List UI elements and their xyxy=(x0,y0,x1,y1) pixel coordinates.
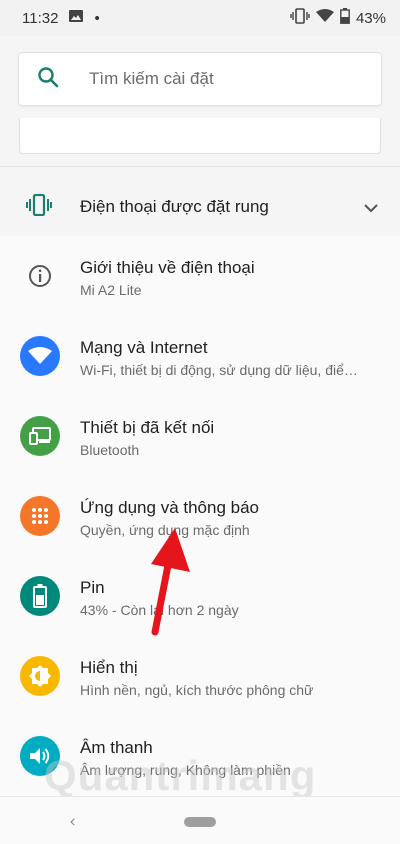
item-title: Giới thiệu về điện thoại xyxy=(80,258,255,277)
devices-icon xyxy=(20,416,60,456)
item-subtitle: Bluetooth xyxy=(80,442,140,458)
info-icon xyxy=(20,256,60,296)
item-title: Thiết bị đã kết nối xyxy=(80,418,215,437)
list-item-display[interactable]: Hiển thị Hình nền, ngủ, kích thước phông… xyxy=(0,636,400,716)
list-item-connected-devices[interactable]: Thiết bị đã kết nối Bluetooth xyxy=(0,396,400,476)
battery-percent: 43% xyxy=(355,9,386,27)
battery-status-icon xyxy=(340,8,350,28)
back-icon[interactable]: ‹ xyxy=(70,813,75,831)
search-icon xyxy=(37,66,59,93)
status-bar: 11:32 • 43% xyxy=(0,0,400,36)
home-pill-button[interactable] xyxy=(184,817,216,827)
clock: 11:32 xyxy=(22,9,59,27)
wifi-status-icon xyxy=(315,9,334,27)
list-item-about-phone[interactable]: Giới thiệu về điện thoại Mi A2 Lite xyxy=(0,236,400,316)
navigation-bar: ‹ xyxy=(0,796,400,844)
notification-dot: • xyxy=(94,9,100,27)
watermark-logo: Quantrimang xyxy=(44,752,317,799)
list-item-network[interactable]: Mạng và Internet Wi-Fi, thiết bị di động… xyxy=(0,316,400,396)
item-subtitle: Wi-Fi, thiết bị di động, sử dụng dữ liệu… xyxy=(80,362,358,378)
list-item-apps-notifications[interactable]: Ứng dụng và thông báo Quyền, ứng dụng mặ… xyxy=(0,476,400,556)
item-title: Hiển thị xyxy=(80,658,138,677)
divider xyxy=(0,166,400,167)
condition-label: Điện thoại được đặt rung xyxy=(80,197,269,216)
item-title: Pin xyxy=(80,578,105,597)
settings-list: Giới thiệu về điện thoại Mi A2 Lite Mạng… xyxy=(0,236,400,796)
vibrate-icon xyxy=(26,193,52,221)
vibrate-icon xyxy=(290,8,310,28)
condition-vibrate[interactable]: Điện thoại được đặt rung xyxy=(0,172,400,236)
item-subtitle: Hình nền, ngủ, kích thước phông chữ xyxy=(80,682,314,698)
search-input[interactable]: Tìm kiếm cài đặt xyxy=(18,52,382,106)
image-icon xyxy=(68,9,84,27)
item-title: Mạng và Internet xyxy=(80,338,208,357)
item-subtitle: Quyền, ứng dụng mặc định xyxy=(80,522,250,538)
search-placeholder: Tìm kiếm cài đặt xyxy=(89,69,214,88)
item-title: Ứng dụng và thông báo xyxy=(80,498,259,517)
item-subtitle: 43% - Còn lại hơn 2 ngày xyxy=(80,602,239,618)
list-item-battery[interactable]: Pin 43% - Còn lại hơn 2 ngày xyxy=(0,556,400,636)
suggestion-card[interactable] xyxy=(19,118,381,154)
apps-icon xyxy=(20,496,60,536)
item-subtitle: Mi A2 Lite xyxy=(80,282,142,298)
battery-icon xyxy=(20,576,60,616)
display-icon xyxy=(20,656,60,696)
wifi-icon xyxy=(20,336,60,376)
chevron-down-icon[interactable] xyxy=(364,200,378,218)
